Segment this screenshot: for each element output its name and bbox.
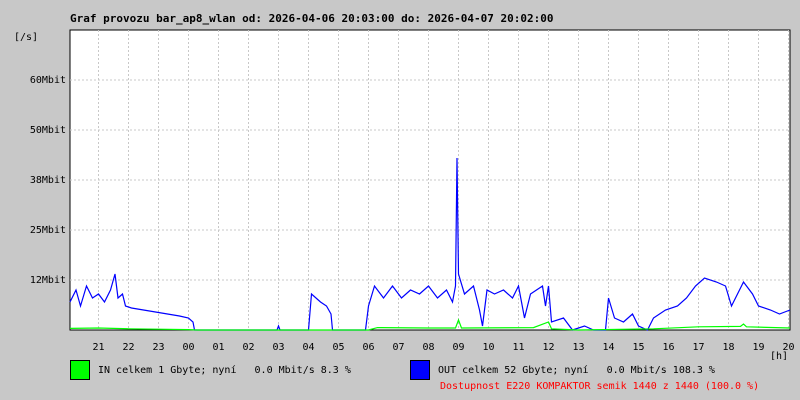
y-tick-label: 60Mbit — [30, 75, 66, 86]
y-tick-label: 50Mbit — [30, 125, 66, 136]
x-tick-label: 05 — [332, 342, 344, 353]
y-tick-labels: 12Mbit 25Mbit 38Mbit 50Mbit 60Mbit — [30, 75, 66, 286]
x-tick-label: 16 — [662, 342, 674, 353]
y-tick-label: 12Mbit — [30, 275, 66, 286]
x-tick-label: 23 — [152, 342, 164, 353]
legend-in: IN celkem 1 Gbyte; nyní 0.0 Mbit/s 8.3 % — [70, 360, 351, 380]
x-tick-label: 15 — [632, 342, 644, 353]
x-tick-label: 10 — [482, 342, 494, 353]
x-tick-label: 03 — [272, 342, 284, 353]
legend-out: OUT celkem 52 Gbyte; nyní 0.0 Mbit/s 108… — [410, 360, 715, 380]
x-tick-label: 08 — [422, 342, 434, 353]
legend-out-label: OUT celkem 52 Gbyte; nyní 0.0 Mbit/s 108… — [438, 364, 715, 376]
x-tick-labels: 21 22 23 00 01 02 03 04 05 06 07 08 09 10 11 12 13 14 15 16… — [92, 342, 794, 353]
x-tick-label: 07 — [392, 342, 404, 353]
y-tick-label: 25Mbit — [30, 225, 66, 236]
x-tick-label: 01 — [212, 342, 224, 353]
x-tick-label: 13 — [572, 342, 584, 353]
x-axis-label: [h] — [770, 351, 788, 360]
legend-in-swatch — [70, 360, 90, 380]
x-tick-label: 17 — [692, 342, 704, 353]
legend-in-label: IN celkem 1 Gbyte; nyní 0.0 Mbit/s 8.3 % — [98, 364, 351, 376]
legend-out-swatch — [410, 360, 430, 380]
x-tick-label: 02 — [242, 342, 254, 353]
x-tick-label: 21 — [92, 342, 104, 353]
y-tick-label: 38Mbit — [30, 175, 66, 186]
x-tick-label: 00 — [182, 342, 194, 353]
x-tick-label: 12 — [542, 342, 554, 353]
traffic-chart: 12Mbit 25Mbit 38Mbit 50Mbit 60Mbit 21 22 23 00 0… — [14, 29, 795, 360]
x-tick-label: 19 — [752, 342, 764, 353]
x-tick-label: 04 — [302, 342, 314, 353]
y-axis-label: [/s] — [14, 32, 38, 43]
x-tick-label: 06 — [362, 342, 374, 353]
x-tick-label: 18 — [722, 342, 734, 353]
x-tick-label: 22 — [122, 342, 134, 353]
x-tick-label: 11 — [512, 342, 524, 353]
x-tick-label: 09 — [452, 342, 464, 353]
availability-text: Dostupnost E220 KOMPAKTOR semik 1440 z 1… — [440, 381, 760, 392]
x-tick-label: 14 — [602, 342, 614, 353]
